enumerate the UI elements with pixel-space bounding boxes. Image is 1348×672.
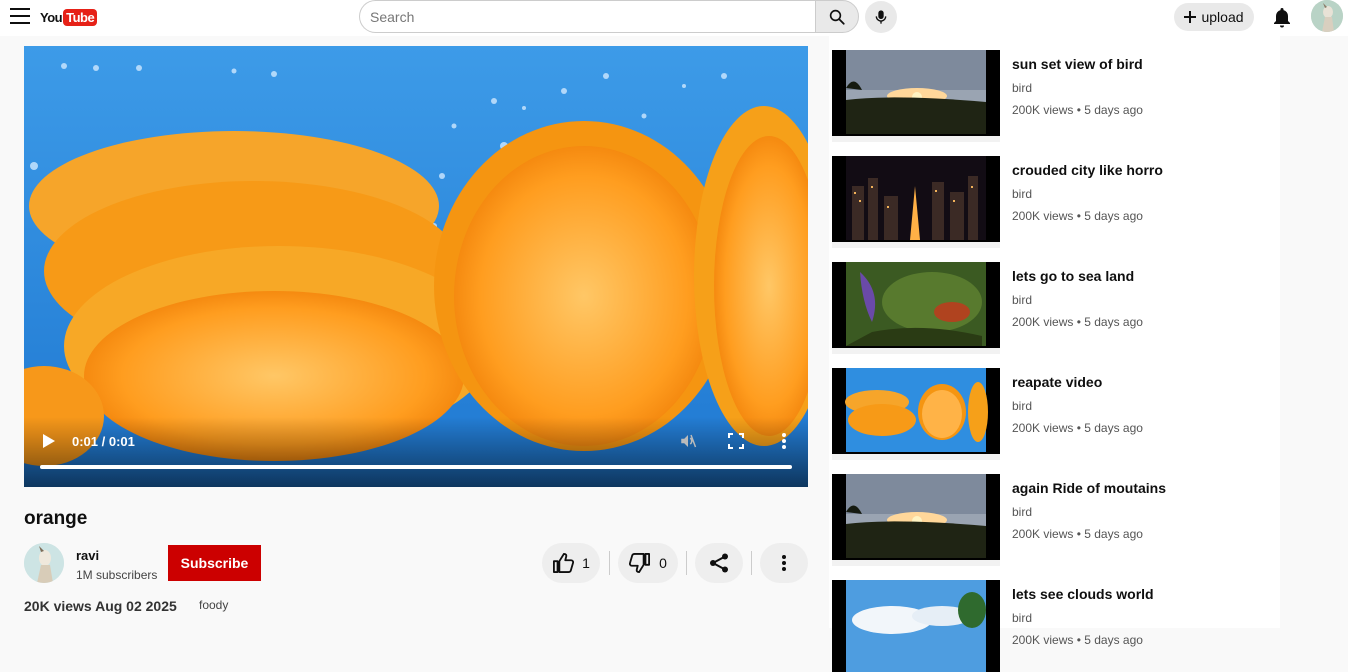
search-button[interactable] bbox=[815, 0, 859, 33]
video-category: foody bbox=[199, 598, 229, 612]
logo-text-tube: Tube bbox=[63, 8, 98, 26]
recommended-video-title[interactable]: reapate video bbox=[1012, 374, 1102, 390]
channel-avatar[interactable] bbox=[24, 543, 64, 583]
divider bbox=[609, 551, 610, 575]
notifications-button[interactable] bbox=[1270, 5, 1294, 29]
player-controls: 0:01 / 0:01 bbox=[24, 417, 808, 487]
like-count: 1 bbox=[582, 555, 590, 571]
recommended-video[interactable]: again Ride of moutains bird 200K views •… bbox=[832, 468, 1272, 566]
search-box bbox=[359, 0, 815, 33]
recommended-video-title[interactable]: crouded city like horro bbox=[1012, 162, 1163, 178]
upload-button[interactable]: upload bbox=[1174, 3, 1254, 31]
recommendations-sidebar: sun set view of bird bird 200K views • 5… bbox=[829, 36, 1280, 672]
more-options-icon[interactable] bbox=[780, 432, 788, 450]
upload-label: upload bbox=[1201, 9, 1244, 25]
thumbnail-image bbox=[832, 156, 1000, 248]
top-bar: You Tube upload bbox=[0, 0, 1348, 36]
recommended-video-meta: 200K views • 5 days ago bbox=[1012, 103, 1143, 117]
divider bbox=[751, 551, 752, 575]
share-icon bbox=[710, 553, 728, 573]
video-thumbnail bbox=[832, 580, 1000, 672]
recommended-video-title[interactable]: lets go to sea land bbox=[1012, 268, 1134, 284]
recommended-video-channel: bird bbox=[1012, 293, 1033, 307]
more-vertical-icon bbox=[782, 555, 786, 571]
channel-avatar-image bbox=[24, 543, 64, 583]
fullscreen-icon[interactable] bbox=[728, 433, 744, 449]
thumbs-down-icon bbox=[629, 553, 651, 573]
recommended-video[interactable]: crouded city like horro bird 200K views … bbox=[832, 150, 1272, 248]
search-icon bbox=[829, 9, 845, 25]
progress-bar[interactable] bbox=[40, 465, 792, 469]
share-button[interactable] bbox=[695, 543, 743, 583]
recommended-video-channel: bird bbox=[1012, 187, 1033, 201]
channel-name[interactable]: ravi bbox=[76, 548, 99, 563]
recommended-video-meta: 200K views • 5 days ago bbox=[1012, 315, 1143, 329]
time-display: 0:01 / 0:01 bbox=[72, 434, 135, 449]
video-player[interactable]: 0:01 / 0:01 bbox=[24, 46, 808, 487]
recommended-video-channel: bird bbox=[1012, 611, 1033, 625]
thumbnail-image bbox=[832, 262, 1000, 354]
divider bbox=[686, 551, 687, 575]
video-title: orange bbox=[24, 508, 88, 529]
subscribe-button[interactable]: Subscribe bbox=[168, 545, 261, 581]
video-thumbnail bbox=[832, 50, 1000, 142]
plus-icon bbox=[1184, 11, 1197, 23]
user-avatar[interactable] bbox=[1311, 0, 1343, 32]
dislike-button[interactable]: 0 bbox=[618, 543, 678, 583]
bell-icon bbox=[1274, 8, 1290, 28]
recommended-video[interactable]: lets go to sea land bird 200K views • 5 … bbox=[832, 256, 1272, 354]
microphone-icon bbox=[875, 10, 887, 24]
recommended-video-channel: bird bbox=[1012, 505, 1033, 519]
recommended-video-title[interactable]: sun set view of bird bbox=[1012, 56, 1143, 72]
recommended-video-meta: 200K views • 5 days ago bbox=[1012, 633, 1143, 647]
voice-search-button[interactable] bbox=[865, 1, 897, 33]
thumbnail-image bbox=[832, 368, 1000, 460]
views-and-date: 20K views Aug 02 2025 bbox=[24, 598, 177, 614]
avatar-image bbox=[1311, 0, 1343, 32]
youtube-logo[interactable]: You Tube bbox=[40, 7, 98, 27]
video-thumbnail bbox=[832, 156, 1000, 248]
thumbnail-image bbox=[832, 474, 1000, 566]
logo-text-you: You bbox=[40, 9, 63, 25]
more-actions-button[interactable] bbox=[760, 543, 808, 583]
recommended-video[interactable]: reapate video bird 200K views • 5 days a… bbox=[832, 362, 1272, 460]
recommended-video-channel: bird bbox=[1012, 399, 1033, 413]
video-thumbnail bbox=[832, 474, 1000, 566]
menu-icon[interactable] bbox=[10, 8, 30, 24]
recommended-video-title[interactable]: lets see clouds world bbox=[1012, 586, 1154, 602]
recommended-video[interactable]: lets see clouds world bird 200K views • … bbox=[832, 574, 1272, 672]
thumbnail-image bbox=[832, 580, 1000, 672]
recommended-video[interactable]: sun set view of bird bird 200K views • 5… bbox=[832, 44, 1272, 142]
volume-icon[interactable] bbox=[679, 432, 697, 450]
video-thumbnail bbox=[832, 368, 1000, 460]
recommended-video-title[interactable]: again Ride of moutains bbox=[1012, 480, 1166, 496]
subscriber-count: 1M subscribers bbox=[76, 568, 158, 582]
video-thumbnail bbox=[832, 262, 1000, 354]
recommended-video-channel: bird bbox=[1012, 81, 1033, 95]
recommended-video-meta: 200K views • 5 days ago bbox=[1012, 421, 1143, 435]
thumbnail-image bbox=[832, 50, 1000, 142]
search-input[interactable] bbox=[360, 1, 815, 32]
like-button[interactable]: 1 bbox=[542, 543, 600, 583]
recommended-video-meta: 200K views • 5 days ago bbox=[1012, 527, 1143, 541]
dislike-count: 0 bbox=[659, 555, 667, 571]
thumbs-up-icon bbox=[553, 553, 575, 573]
recommended-video-meta: 200K views • 5 days ago bbox=[1012, 209, 1143, 223]
play-icon[interactable] bbox=[42, 433, 56, 449]
